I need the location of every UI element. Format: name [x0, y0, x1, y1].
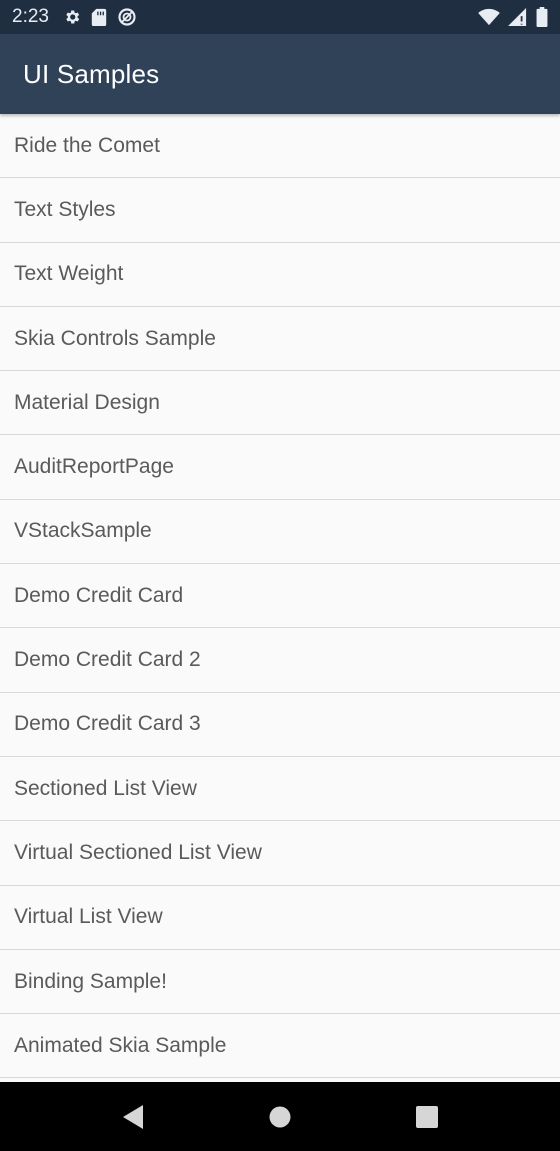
list-item[interactable]: Material Design [0, 371, 560, 436]
page-title: UI Samples [23, 58, 160, 89]
list-item-label: Skia Controls Sample [14, 326, 216, 350]
battery-icon [536, 7, 548, 27]
list-item-label: Material Design [14, 390, 160, 414]
list-item-label: Binding Sample! [14, 969, 167, 993]
list-item-label: Virtual Sectioned List View [14, 840, 262, 864]
list-item-label: VStackSample [14, 519, 152, 543]
list-item[interactable]: Virtual Sectioned List View [0, 821, 560, 886]
list-item-label: AuditReportPage [14, 455, 174, 479]
gear-icon [63, 8, 81, 26]
samples-list[interactable]: Ride the Comet Text Styles Text Weight S… [0, 114, 560, 1082]
list-item-label: Text Weight [14, 262, 124, 286]
list-item[interactable]: Demo Credit Card [0, 564, 560, 629]
list-item[interactable]: Virtual List View [0, 885, 560, 950]
list-item-label: Virtual List View [14, 905, 163, 929]
app-bar: UI Samples [0, 34, 560, 114]
list-item-label: Ride the Comet [14, 133, 160, 157]
screen: 2:23 UI Samples Ride the Comet Text Styl… [0, 0, 560, 1151]
list-item[interactable]: Skia Controls Sample [0, 306, 560, 372]
list-item[interactable]: AuditReportPage [0, 435, 560, 500]
list-item[interactable]: VStackSample [0, 499, 560, 565]
do-not-disturb-icon [117, 7, 137, 27]
cell-signal-icon [508, 8, 528, 26]
home-icon[interactable] [250, 1087, 310, 1147]
recents-icon[interactable] [397, 1087, 457, 1147]
back-icon[interactable] [103, 1087, 163, 1147]
list-item[interactable]: Demo Credit Card 2 [0, 628, 560, 693]
status-right-icons [478, 7, 548, 27]
list-item[interactable]: Binding Sample! [0, 949, 560, 1015]
navigation-bar [0, 1082, 560, 1151]
list-item[interactable]: Text Styles [0, 178, 560, 243]
list-item-label: Demo Credit Card 3 [14, 712, 201, 736]
list-item[interactable]: Animated Skia Sample [0, 1014, 560, 1079]
list-item-label: Text Styles [14, 197, 116, 221]
status-time: 2:23 [12, 6, 49, 27]
list-item[interactable]: Demo Credit Card 3 [0, 692, 560, 757]
status-left-icons [63, 7, 137, 27]
list-item[interactable]: Sectioned List View [0, 756, 560, 822]
list-item-label: Demo Credit Card [14, 583, 184, 607]
list-item-label: Sectioned List View [14, 776, 197, 800]
list-item[interactable]: Ride the Comet [0, 114, 560, 179]
wifi-icon [478, 8, 500, 26]
list-item-label: Animated Skia Sample [14, 1033, 227, 1057]
sd-card-icon [91, 8, 107, 26]
list-item-label: Demo Credit Card 2 [14, 648, 201, 672]
list-item[interactable]: Text Weight [0, 242, 560, 307]
status-bar: 2:23 [0, 0, 560, 34]
